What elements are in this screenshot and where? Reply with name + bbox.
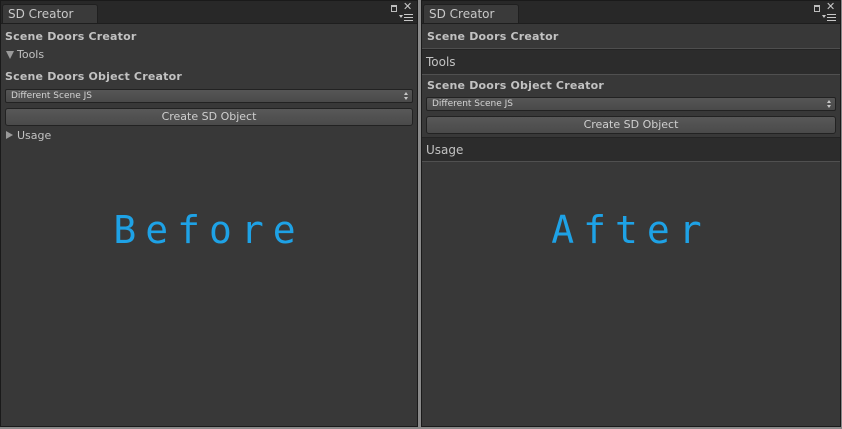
- window-controls: ✕: [814, 1, 838, 22]
- after-panel: SD Creator ✕ Scene Doors Creator Tools S…: [421, 0, 841, 427]
- comparison-page: SD Creator ✕ Scene Doors Creator Tools S…: [0, 0, 842, 429]
- dropdown-value: Different Scene JS: [11, 91, 92, 101]
- scene-type-dropdown[interactable]: Different Scene JS: [5, 89, 413, 103]
- editor-content: Scene Doors Creator Tools Scene Doors Ob…: [1, 30, 417, 144]
- tab-bar: SD Creator ✕: [1, 1, 417, 24]
- tools-section[interactable]: Tools: [422, 49, 840, 75]
- usage-label: Usage: [17, 129, 52, 142]
- usage-section[interactable]: Usage: [422, 137, 840, 162]
- window-controls: ✕: [391, 1, 415, 22]
- object-creator-section: Scene Doors Object Creator Different Sce…: [422, 78, 840, 134]
- maximize-icon[interactable]: [814, 5, 820, 12]
- editor-content: Scene Doors Creator Tools Scene Doors Ob…: [422, 30, 840, 162]
- tools-foldout[interactable]: Tools: [5, 47, 413, 63]
- before-caption: Before: [113, 208, 305, 252]
- create-sd-object-button[interactable]: Create SD Object: [426, 116, 836, 134]
- before-panel: SD Creator ✕ Scene Doors Creator Tools S…: [0, 0, 418, 427]
- triangle-right-icon: [6, 131, 13, 139]
- menu-icon[interactable]: [822, 13, 836, 21]
- close-icon[interactable]: ✕: [826, 1, 835, 12]
- creator-heading: Scene Doors Creator: [422, 30, 840, 49]
- window-tab[interactable]: SD Creator: [423, 4, 519, 23]
- menu-icon[interactable]: [399, 13, 413, 21]
- creator-heading: Scene Doors Creator: [5, 30, 137, 43]
- object-creator-heading: Scene Doors Object Creator: [427, 79, 604, 92]
- tools-label: Tools: [17, 48, 45, 61]
- tab-bar: SD Creator ✕: [422, 1, 840, 24]
- tools-label: Tools: [426, 55, 456, 69]
- object-creator-heading: Scene Doors Object Creator: [5, 70, 182, 83]
- up-down-arrows-icon: [827, 100, 832, 108]
- maximize-icon[interactable]: [391, 5, 397, 12]
- window-tab[interactable]: SD Creator: [2, 4, 98, 23]
- up-down-arrows-icon: [404, 92, 409, 100]
- close-icon[interactable]: ✕: [403, 1, 412, 12]
- usage-foldout[interactable]: Usage: [5, 128, 413, 144]
- after-caption: After: [551, 208, 711, 252]
- dropdown-value: Different Scene JS: [432, 99, 513, 109]
- create-sd-object-button[interactable]: Create SD Object: [5, 108, 413, 126]
- triangle-down-icon: [6, 51, 14, 59]
- usage-label: Usage: [426, 143, 464, 157]
- scene-type-dropdown[interactable]: Different Scene JS: [426, 97, 836, 111]
